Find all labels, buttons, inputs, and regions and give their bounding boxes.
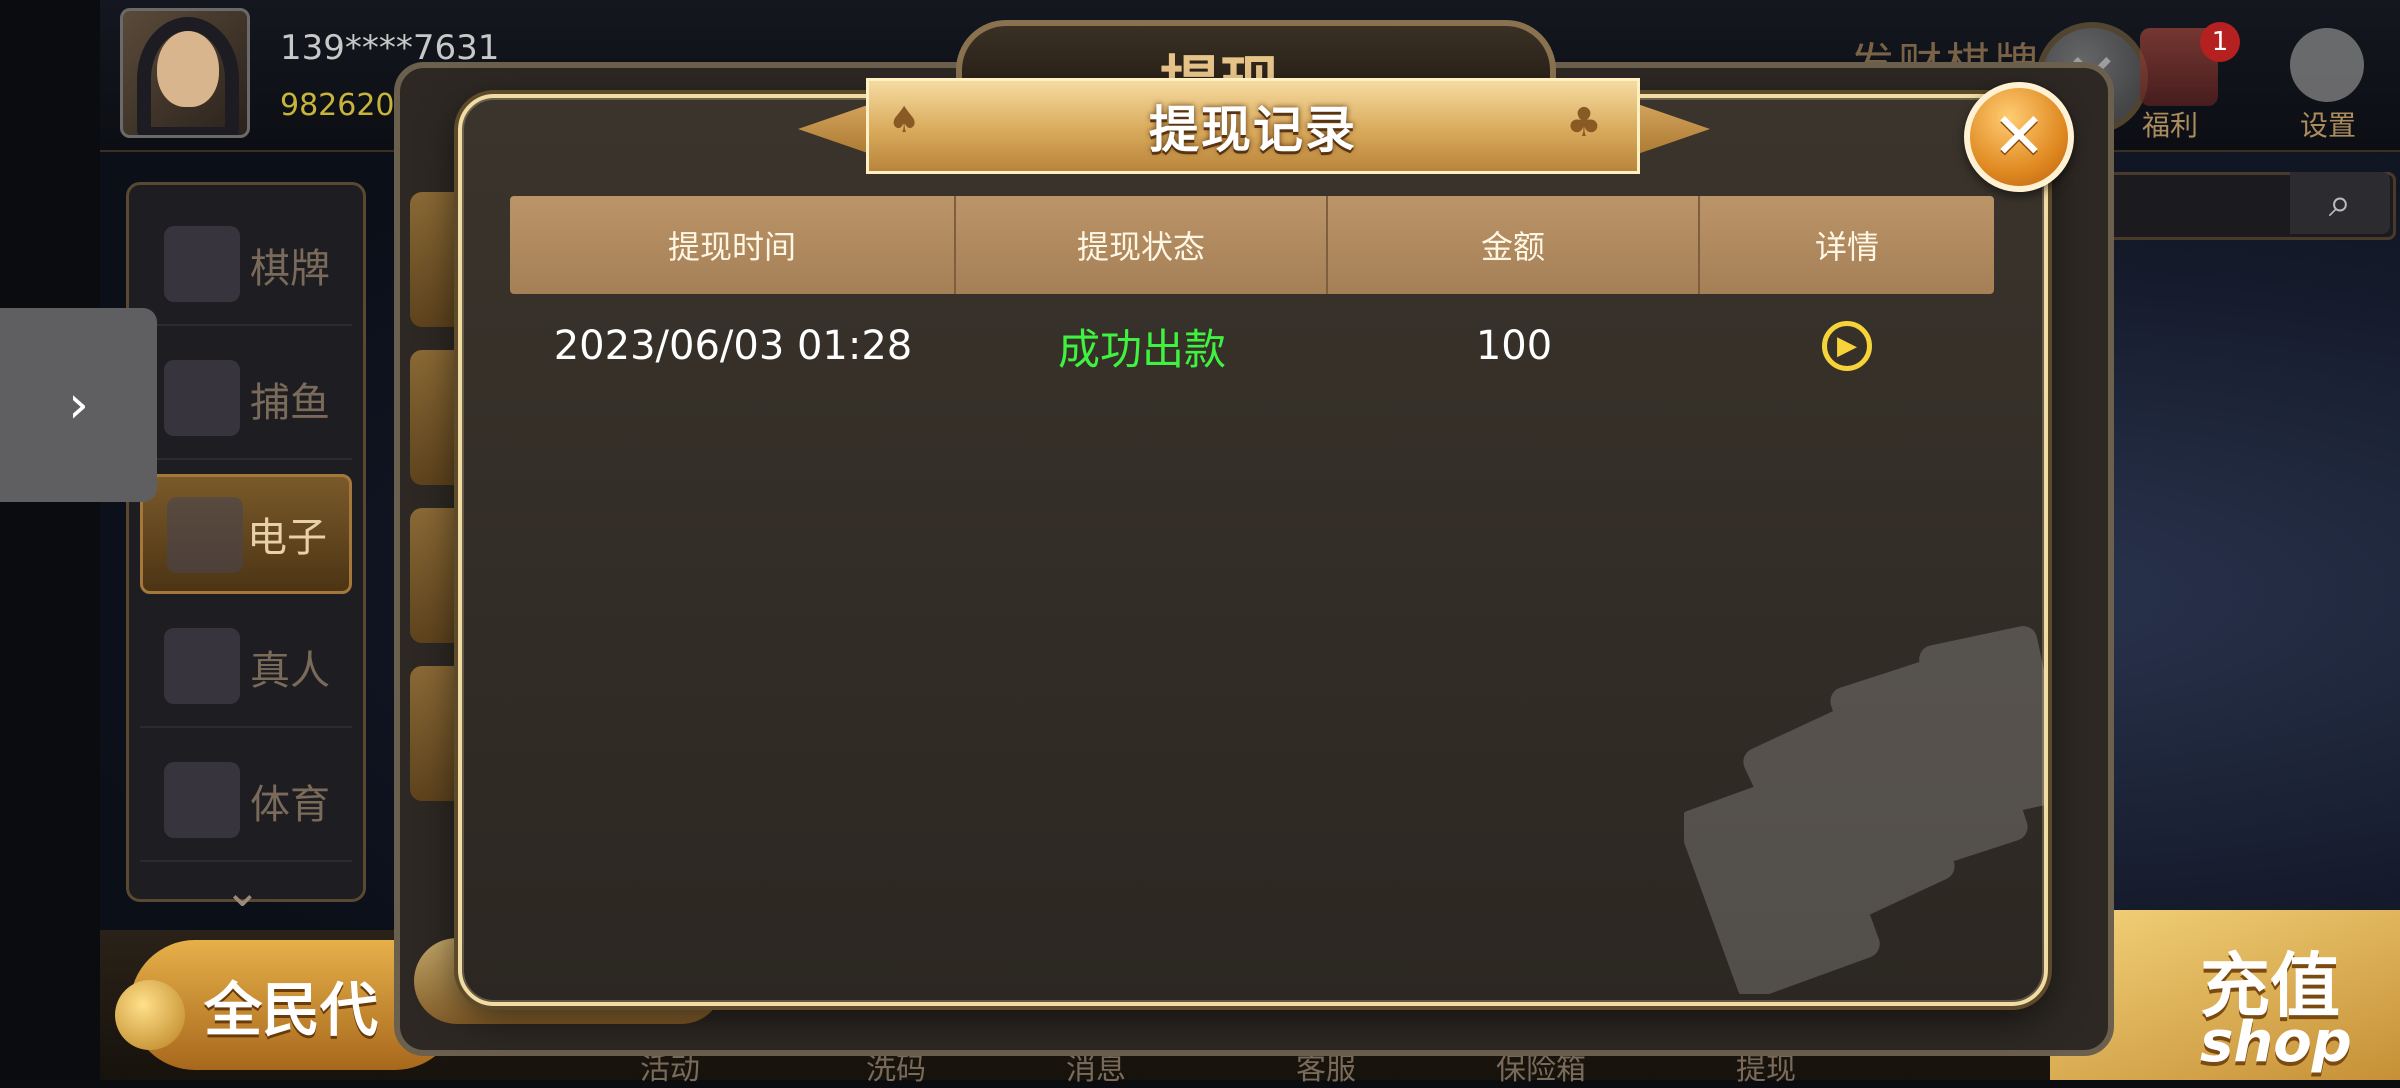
record-time: 2023/06/03 01:28 <box>553 323 913 369</box>
gift-label: 福利 <box>2142 109 2199 142</box>
menu-item-label: 电子 <box>247 515 327 561</box>
menu-item-zhenren[interactable]: 真人 <box>140 608 352 728</box>
dialog-title-banner: 提现记录 <box>866 78 1640 174</box>
ball-icon <box>164 762 240 838</box>
chevron-right-icon: › <box>68 375 89 435</box>
record-amount: 100 <box>1475 323 1553 369</box>
menu-item-dianzi[interactable]: 电子 <box>140 474 352 594</box>
menu-item-qipai[interactable]: 棋牌 <box>140 206 352 326</box>
column-header-details: 详情 <box>1814 228 1879 266</box>
withdraw-tab[interactable] <box>410 508 460 643</box>
withdraw-tab[interactable] <box>410 192 460 327</box>
fish-icon <box>164 360 240 436</box>
column-header-amount: 金额 <box>1328 196 1700 294</box>
search-icon[interactable]: ⌕ <box>2290 172 2390 234</box>
coin-icon <box>115 980 185 1050</box>
gear-icon[interactable] <box>2290 28 2364 102</box>
avatar-face <box>157 31 219 107</box>
menu-item-buyu[interactable]: 捕鱼 <box>140 340 352 460</box>
menu-item-label: 棋牌 <box>250 246 330 292</box>
column-header-time: 提现时间 <box>510 196 956 294</box>
cards-icon <box>164 226 240 302</box>
table-header: 提现时间 提现状态 金额 详情 <box>510 196 1994 294</box>
person-icon <box>164 628 240 704</box>
close-icon[interactable]: ✕ <box>1964 82 2074 192</box>
gift-badge: 1 <box>2200 22 2240 62</box>
spade-icon: ♠ <box>888 100 921 141</box>
menu-item-label: 体育 <box>250 782 330 828</box>
dialog-title: 提现记录 <box>1149 101 1357 159</box>
slot-machine-icon <box>167 497 243 573</box>
record-status: 成功出款 <box>1057 324 1226 374</box>
drawer-handle[interactable]: › <box>0 308 157 502</box>
withdraw-tab[interactable] <box>410 666 460 801</box>
record-details-cell: ▶ <box>1700 294 1994 398</box>
recharge-shop-label: shop <box>2200 1010 2352 1075</box>
play-circle-icon[interactable]: ▶ <box>1822 321 1872 371</box>
table-row: 2023/06/03 01:28 成功出款 100 ▶ <box>510 294 1994 398</box>
chevron-down-icon[interactable]: ⌄ <box>224 866 261 917</box>
club-icon: ♣ <box>1566 100 1602 146</box>
avatar[interactable] <box>120 8 250 138</box>
menu-item-label: 捕鱼 <box>250 380 330 426</box>
withdraw-tab[interactable] <box>410 350 460 485</box>
menu-item-tiyu[interactable]: 体育 <box>140 742 352 862</box>
settings-label: 设置 <box>2300 109 2357 142</box>
menu-item-label: 真人 <box>250 648 330 694</box>
column-header-status: 提现状态 <box>956 196 1328 294</box>
